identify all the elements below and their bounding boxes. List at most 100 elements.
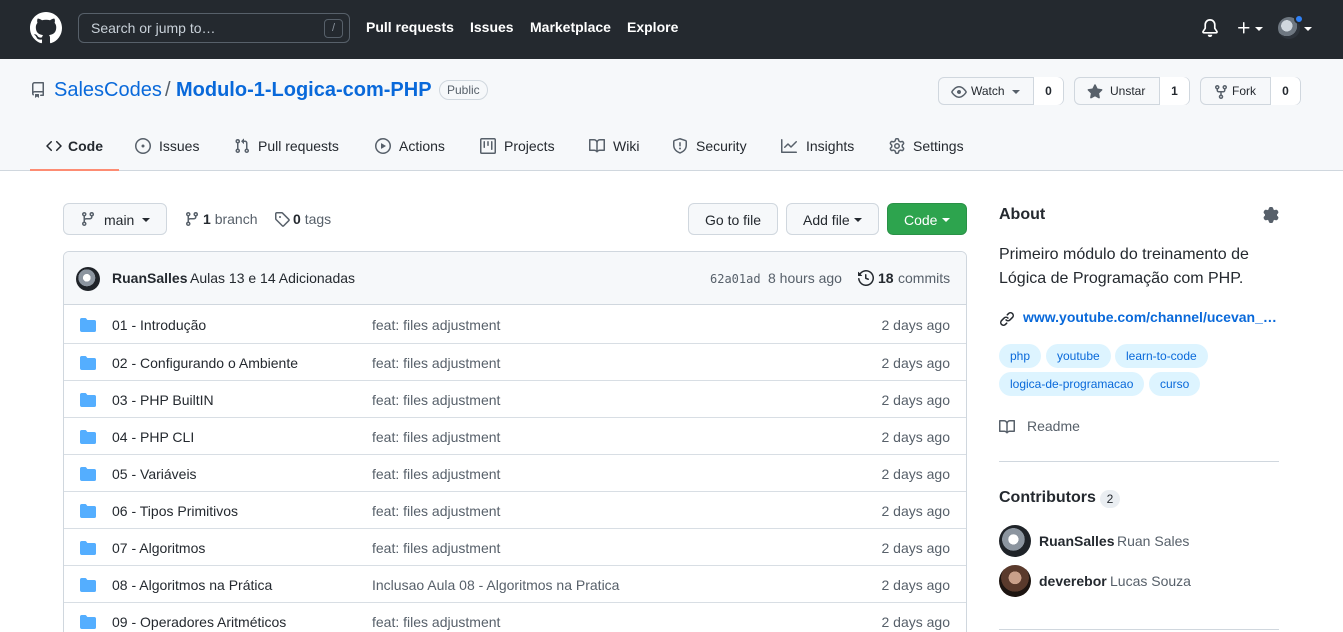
table-row[interactable]: 01 - Introdução feat: files adjustment 2 d…: [64, 306, 966, 343]
file-commit-age: 2 days ago: [881, 466, 951, 482]
tab-code[interactable]: Code: [46, 137, 106, 171]
table-row[interactable]: 05 - Variáveis feat: files adjustment 2 da…: [64, 454, 966, 491]
branch-label: branch: [214, 211, 258, 227]
tab-projects[interactable]: Projects: [480, 137, 560, 171]
watch-count[interactable]: 0: [1033, 77, 1063, 105]
repo-icon: [31, 82, 44, 98]
fork-count[interactable]: 0: [1270, 77, 1300, 105]
repo-name-link[interactable]: Modulo-1-Logica-com-PHP: [176, 79, 432, 102]
website-link[interactable]: www.youtube.com/channel/ucevan_…: [999, 309, 1279, 329]
avatar[interactable]: [76, 267, 100, 291]
search-placeholder: Search or jump to…: [91, 20, 216, 36]
code-button[interactable]: Code: [887, 203, 967, 235]
issue-icon: [135, 138, 151, 154]
search-shortcut-key: /: [324, 19, 343, 38]
nav-pull-requests[interactable]: Pull requests: [366, 19, 454, 35]
file-commit-message[interactable]: feat: files adjustment: [372, 503, 500, 519]
file-commit-message[interactable]: feat: files adjustment: [372, 317, 500, 333]
nav-explore[interactable]: Explore: [627, 19, 678, 35]
file-name-link[interactable]: 09 - Operadores Aritméticos: [112, 614, 286, 630]
file-name-link[interactable]: 03 - PHP BuiltIN: [112, 392, 214, 408]
github-logo-icon[interactable]: [30, 12, 62, 44]
topic-logica-de-programacao[interactable]: logica-de-programacao: [999, 372, 1145, 396]
table-row[interactable]: 07 - Algoritmos feat: files adjustment 2 d…: [64, 528, 966, 565]
search-input[interactable]: Search or jump to… /: [78, 13, 350, 43]
nav-marketplace[interactable]: Marketplace: [530, 19, 611, 35]
plus-icon: [1238, 22, 1250, 34]
file-commit-message[interactable]: feat: files adjustment: [372, 466, 500, 482]
avatar[interactable]: [999, 525, 1031, 557]
tab-settings-label: Settings: [913, 138, 964, 154]
contributors-count: 2: [1100, 490, 1120, 508]
avatar[interactable]: [999, 565, 1031, 597]
table-row[interactable]: 09 - Operadores Aritméticos feat: files a…: [64, 602, 966, 632]
branch-icon: [185, 212, 198, 227]
file-commit-age: 2 days ago: [881, 503, 951, 519]
file-name-link[interactable]: 07 - Algoritmos: [112, 540, 205, 556]
tab-insights[interactable]: Insights: [781, 137, 861, 171]
book-icon: [589, 138, 605, 153]
file-commit-message[interactable]: feat: files adjustment: [372, 540, 500, 556]
fork-label: Fork: [1232, 84, 1256, 98]
star-icon: [1087, 84, 1103, 99]
gear-icon: [889, 138, 905, 154]
nav-issues[interactable]: Issues: [470, 19, 514, 35]
commit-author-link[interactable]: RuanSalles: [112, 270, 187, 286]
fork-button[interactable]: Fork 0: [1200, 77, 1301, 105]
tag-count: 0: [293, 211, 301, 227]
path-separator: /: [165, 79, 171, 101]
commit-message-link[interactable]: Aulas 13 e 14 Adicionadas: [190, 270, 355, 286]
tab-security[interactable]: Security: [672, 137, 752, 171]
table-row[interactable]: 04 - PHP CLI feat: files adjustment 2 days…: [64, 417, 966, 454]
website-url: www.youtube.com/channel/ucevan_…: [1023, 309, 1277, 325]
bell-icon[interactable]: [1201, 19, 1219, 37]
file-commit-message[interactable]: feat: files adjustment: [372, 355, 500, 371]
branch-select-button[interactable]: main: [63, 203, 167, 235]
commit-sha-link[interactable]: 62a01ad: [710, 272, 761, 286]
unstar-button[interactable]: Unstar 1: [1074, 77, 1190, 105]
topic-curso[interactable]: curso: [1149, 372, 1201, 396]
file-commit-message[interactable]: Inclusao Aula 08 - Algoritmos na Pratica: [372, 577, 619, 593]
file-name-link[interactable]: 04 - PHP CLI: [112, 429, 194, 445]
tag-label: tags: [304, 211, 332, 227]
tab-settings[interactable]: Settings: [889, 137, 969, 171]
file-name-link[interactable]: 05 - Variáveis: [112, 466, 197, 482]
tab-actions[interactable]: Actions: [375, 137, 450, 171]
table-row[interactable]: 08 - Algoritmos na Prática Inclusao Aula …: [64, 565, 966, 602]
file-commit-message[interactable]: feat: files adjustment: [372, 429, 500, 445]
go-to-file-button[interactable]: Go to file: [688, 203, 778, 235]
sidebar-divider: [999, 461, 1279, 462]
folder-icon: [80, 318, 96, 332]
tab-insights-label: Insights: [806, 138, 855, 154]
file-name-link[interactable]: 06 - Tipos Primitivos: [112, 503, 238, 519]
tab-wiki[interactable]: Wiki: [589, 137, 644, 171]
add-file-button[interactable]: Add file: [786, 203, 879, 235]
file-commit-message[interactable]: feat: files adjustment: [372, 614, 500, 630]
contributors-title[interactable]: Contributors: [999, 489, 1096, 507]
table-row[interactable]: 03 - PHP BuiltIN feat: files adjustment 2 …: [64, 380, 966, 417]
contributor-login: deverebor: [1039, 573, 1107, 589]
about-description: Primeiro módulo do treinamento de Lógica…: [999, 246, 1249, 287]
file-name-link[interactable]: 08 - Algoritmos na Prática: [112, 577, 272, 593]
topic-youtube[interactable]: youtube: [1046, 344, 1111, 368]
file-commit-message[interactable]: feat: files adjustment: [372, 392, 500, 408]
repo-owner-link[interactable]: SalesCodes: [54, 79, 162, 102]
folder-icon: [80, 615, 96, 629]
topic-learn-to-code[interactable]: learn-to-code: [1115, 344, 1208, 368]
table-row[interactable]: 06 - Tipos Primitivos feat: files adjustm…: [64, 491, 966, 528]
gear-icon[interactable]: [1263, 207, 1279, 223]
file-name-link[interactable]: 02 - Configurando o Ambiente: [112, 355, 298, 371]
readme-label: Readme: [1027, 418, 1080, 434]
file-name-link[interactable]: 01 - Introdução: [112, 317, 206, 333]
chevron-down-icon: [142, 218, 150, 222]
tab-pull-requests[interactable]: Pull requests: [234, 137, 344, 171]
chevron-down-icon: [1255, 27, 1263, 31]
watch-button[interactable]: Watch 0: [938, 77, 1064, 105]
create-new-dropdown[interactable]: [1236, 19, 1264, 37]
code-icon: [46, 140, 62, 152]
star-count[interactable]: 1: [1159, 77, 1189, 105]
table-row[interactable]: 02 - Configurando o Ambiente feat: files …: [64, 343, 966, 380]
tab-issues[interactable]: Issues: [135, 137, 205, 171]
topic-php[interactable]: php: [999, 344, 1042, 368]
eye-icon: [951, 86, 967, 98]
